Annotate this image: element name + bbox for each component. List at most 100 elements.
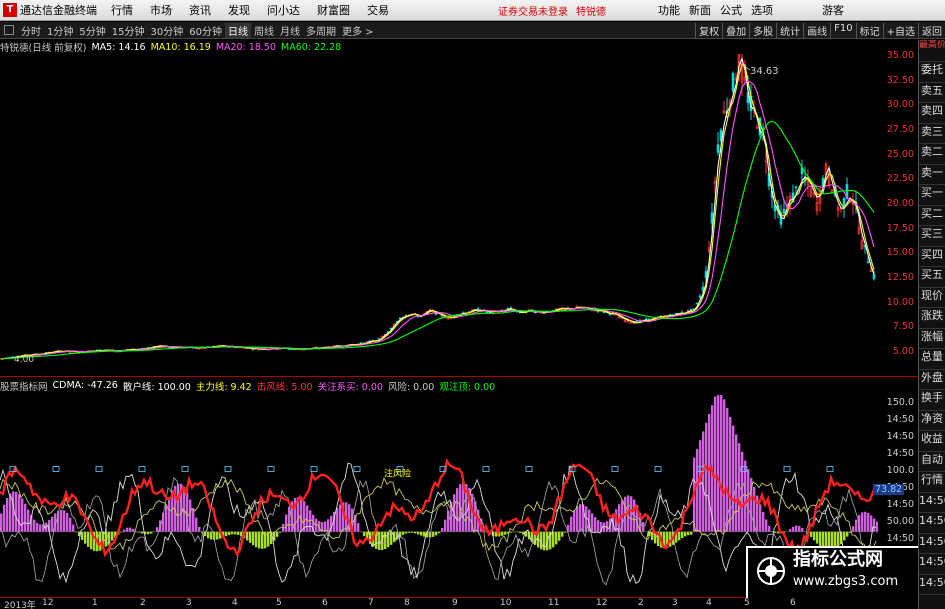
- histogram-down: [111, 531, 114, 541]
- sidetab-14[interactable]: 总量: [919, 349, 945, 370]
- sidetab-10[interactable]: 买五: [919, 267, 945, 288]
- period-1min[interactable]: 1分钟: [44, 23, 76, 38]
- sidetab-18[interactable]: 收益: [919, 431, 945, 452]
- sidetab-7[interactable]: 买二: [919, 206, 945, 226]
- histogram-down: [555, 531, 558, 545]
- histogram-up: [642, 522, 645, 532]
- period-more[interactable]: 更多 >: [339, 23, 377, 38]
- histogram-down: [246, 531, 249, 541]
- btn-f10[interactable]: F10: [830, 22, 855, 38]
- fengxian-value: 风险: 0.00: [387, 381, 435, 393]
- watermark-title: 指标公式网: [793, 549, 883, 570]
- period-daily[interactable]: 日线: [224, 22, 251, 38]
- sidetab-0[interactable]: 委托: [919, 62, 945, 83]
- candle-body: [698, 295, 702, 298]
- sidetab-6[interactable]: 买一: [919, 185, 945, 206]
- sidetab-25[interactable]: 14:50: [919, 575, 945, 595]
- sidetab-16[interactable]: 换手: [919, 390, 945, 411]
- sidetab-11[interactable]: 现价: [919, 288, 945, 308]
- sidetab-5[interactable]: 卖一: [919, 165, 945, 185]
- menu-gongshi[interactable]: 公式: [720, 2, 742, 18]
- sidetab-top[interactable]: 最高价: [919, 40, 945, 62]
- btn-fuquan[interactable]: 复权: [695, 22, 722, 38]
- indicator-name[interactable]: 股票指标网: [0, 379, 48, 393]
- histogram-up: [699, 440, 702, 532]
- histogram-down: [207, 531, 210, 539]
- candle-body: [449, 317, 453, 320]
- sidetab-12[interactable]: 涨跌: [919, 308, 945, 329]
- histogram-down: [411, 531, 414, 533]
- sidetab-22[interactable]: 14:50: [919, 513, 945, 534]
- menu-faxian[interactable]: 发现: [228, 2, 250, 18]
- histogram-down: [120, 531, 123, 533]
- sidetab-4[interactable]: 卖二: [919, 144, 945, 165]
- menu-shichang[interactable]: 市场: [150, 2, 172, 18]
- indicator-tick: 150.0: [886, 397, 914, 408]
- histogram-down: [423, 531, 426, 537]
- low-label: 4.00: [14, 355, 34, 365]
- period-5min[interactable]: 5分钟: [76, 23, 108, 38]
- zhuli-value: 主力线: 9.42: [195, 381, 252, 393]
- sidetab-19[interactable]: 自动: [919, 452, 945, 472]
- btn-fanhui[interactable]: 返回: [918, 22, 945, 38]
- sidetab-3[interactable]: 卖三: [919, 124, 945, 144]
- menu-caifuquan[interactable]: 财富圈: [317, 2, 350, 18]
- histogram-up: [717, 395, 720, 532]
- menu-wenxiaoda[interactable]: 问小达: [267, 2, 300, 18]
- date-tick: 2: [638, 598, 644, 608]
- menu-hangqing[interactable]: 行情: [111, 2, 133, 18]
- price-tick: 10.00: [886, 296, 914, 308]
- histogram-down: [510, 531, 513, 533]
- btn-biaoji[interactable]: 标记: [855, 22, 883, 38]
- histogram-down: [417, 531, 420, 535]
- sidetab-24[interactable]: 14:50: [919, 554, 945, 575]
- sidetab-21[interactable]: 14:50: [919, 493, 945, 513]
- sidetab-2[interactable]: 卖四: [919, 103, 945, 124]
- sidetab-8[interactable]: 买三: [919, 226, 945, 247]
- histogram-down: [237, 531, 240, 535]
- period-fenshi[interactable]: 分时: [18, 23, 44, 38]
- histogram-up: [198, 526, 201, 532]
- guest-label[interactable]: 游客: [822, 2, 844, 18]
- histogram-down: [435, 531, 438, 536]
- ma60-line: [0, 120, 875, 360]
- date-tick: 1: [92, 598, 98, 608]
- menu-gongneng[interactable]: 功能: [658, 2, 680, 18]
- menu-xinmian[interactable]: 新面: [689, 2, 711, 18]
- sidetab-13[interactable]: 涨幅: [919, 329, 945, 349]
- btn-zixuan[interactable]: +自选: [882, 22, 918, 38]
- histogram-up: [126, 527, 129, 532]
- date-tick: 3: [186, 598, 192, 608]
- btn-duogu[interactable]: 多股: [749, 22, 776, 38]
- login-status[interactable]: 证券交易未登录: [498, 3, 568, 18]
- date-tick: 12: [42, 598, 54, 608]
- period-15min[interactable]: 15分钟: [109, 23, 148, 38]
- period-30min[interactable]: 30分钟: [147, 23, 186, 38]
- sidetab-1[interactable]: 卖五: [919, 83, 945, 103]
- period-60min[interactable]: 60分钟: [186, 23, 225, 38]
- menu-zixun[interactable]: 资讯: [189, 2, 211, 18]
- btn-tongji[interactable]: 统计: [776, 22, 803, 38]
- btn-diejia[interactable]: 叠加: [722, 22, 749, 38]
- menu-jiaoyi[interactable]: 交易: [367, 2, 389, 18]
- toolbar-grid-icon[interactable]: [4, 25, 14, 35]
- period-weekly[interactable]: 周线: [251, 23, 277, 38]
- date-tick: 6: [322, 598, 328, 608]
- sidetab-15[interactable]: 外盘: [919, 370, 945, 390]
- sidetab-9[interactable]: 买四: [919, 247, 945, 267]
- sidetab-17[interactable]: 净资: [919, 411, 945, 431]
- indicator-tick: 14:50: [886, 533, 914, 544]
- sidetab-23[interactable]: 14:50: [919, 534, 945, 554]
- period-multi[interactable]: 多周期: [303, 23, 339, 38]
- top-marker: [482, 466, 490, 472]
- histogram-up: [702, 431, 705, 532]
- sidetab-20[interactable]: 行情: [919, 472, 945, 493]
- period-monthly[interactable]: 月线: [277, 23, 303, 38]
- btn-huaxian[interactable]: 画线: [803, 22, 830, 38]
- histogram-up: [771, 531, 774, 532]
- histogram-down: [414, 531, 417, 534]
- histogram-down: [279, 531, 282, 533]
- menu-xuanxiang[interactable]: 选项: [751, 2, 773, 18]
- ma5-line: [0, 56, 875, 360]
- kline-chart[interactable]: 34.63 4.00: [0, 54, 878, 374]
